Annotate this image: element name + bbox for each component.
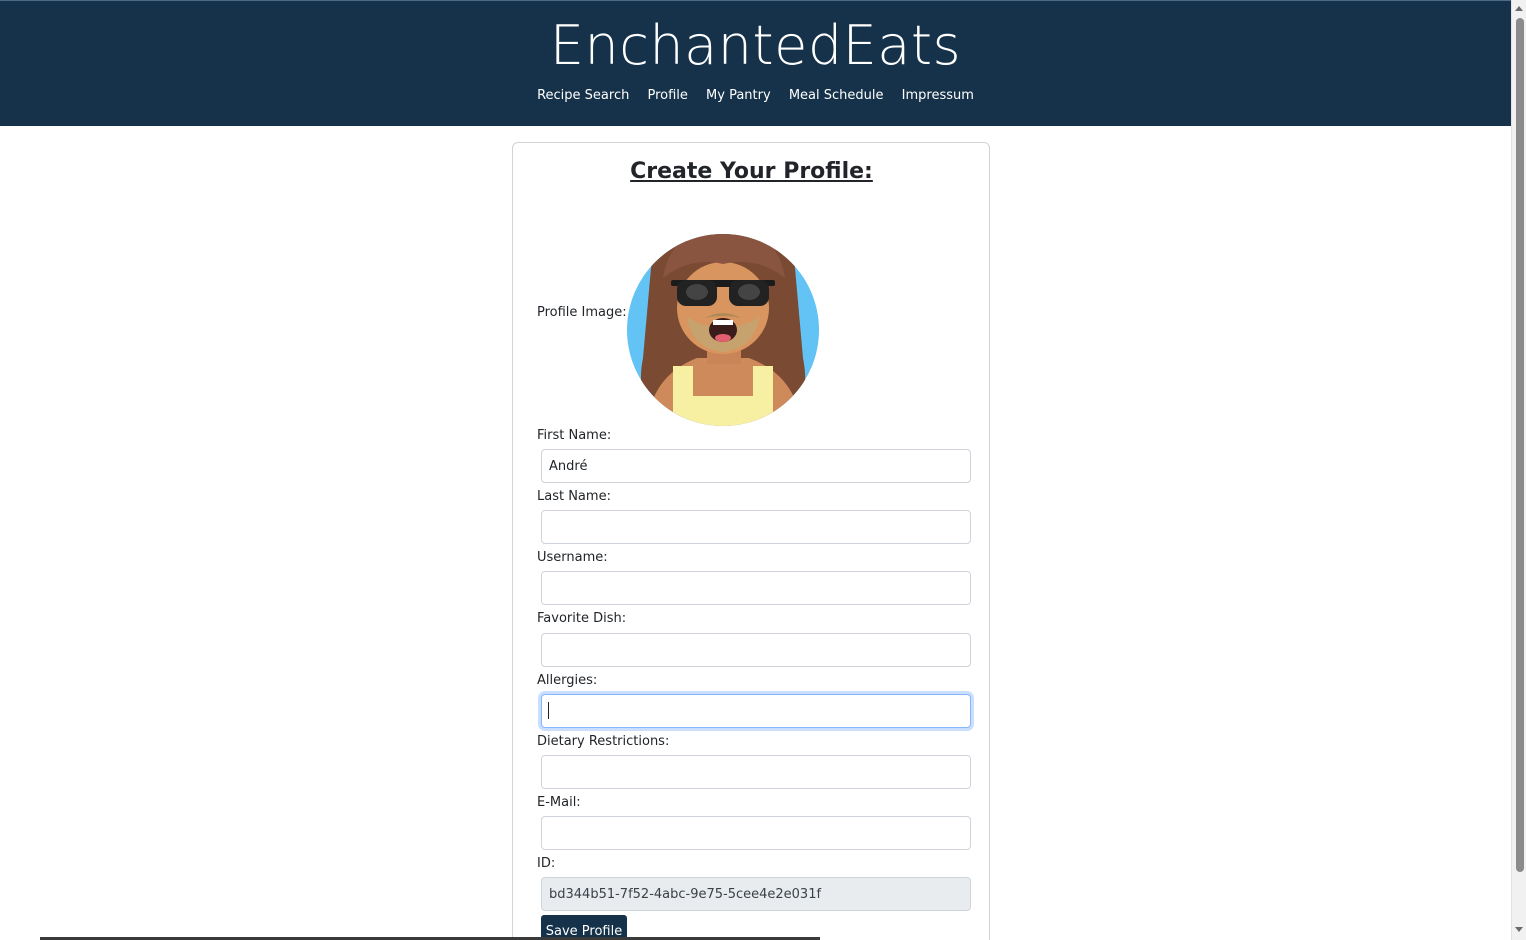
- email-input[interactable]: [541, 816, 971, 850]
- allergies-input[interactable]: [541, 694, 971, 728]
- page-viewport: EnchantedEats Recipe Search Profile My P…: [0, 0, 1511, 940]
- favorite-dish-input[interactable]: [541, 633, 971, 667]
- vertical-scrollbar[interactable]: [1511, 0, 1526, 940]
- username-label: Username:: [537, 550, 608, 565]
- nav-profile[interactable]: Profile: [647, 88, 687, 103]
- allergies-label: Allergies:: [537, 673, 598, 688]
- email-label: E-Mail:: [537, 795, 581, 810]
- scroll-up-icon[interactable]: [1515, 6, 1523, 11]
- nav-impressum[interactable]: Impressum: [902, 88, 974, 103]
- first-name-label: First Name:: [537, 428, 612, 443]
- id-label: ID:: [537, 856, 556, 871]
- main-nav: Recipe Search Profile My Pantry Meal Sch…: [0, 87, 1511, 105]
- site-header: EnchantedEats Recipe Search Profile My P…: [0, 0, 1511, 126]
- dietary-restrictions-label: Dietary Restrictions:: [537, 734, 670, 749]
- scroll-thumb[interactable]: [1516, 18, 1524, 872]
- username-input[interactable]: [541, 571, 971, 605]
- nav-meal-schedule[interactable]: Meal Schedule: [789, 88, 884, 103]
- nav-recipe-search[interactable]: Recipe Search: [537, 88, 629, 103]
- id-field: [541, 877, 971, 911]
- nav-my-pantry[interactable]: My Pantry: [706, 88, 771, 103]
- page-title: Create Your Profile:: [630, 159, 873, 184]
- avatar-illustration-icon[interactable]: [627, 208, 819, 426]
- last-name-label: Last Name:: [537, 489, 611, 504]
- first-name-input[interactable]: [541, 449, 971, 483]
- profile-image-label: Profile Image:: [537, 305, 627, 320]
- last-name-input[interactable]: [541, 510, 971, 544]
- text-caret: [548, 702, 549, 719]
- dietary-restrictions-input[interactable]: [541, 755, 971, 789]
- brand-title: EnchantedEats: [549, 14, 962, 77]
- favorite-dish-label: Favorite Dish:: [537, 611, 627, 626]
- scroll-down-icon[interactable]: [1515, 927, 1523, 932]
